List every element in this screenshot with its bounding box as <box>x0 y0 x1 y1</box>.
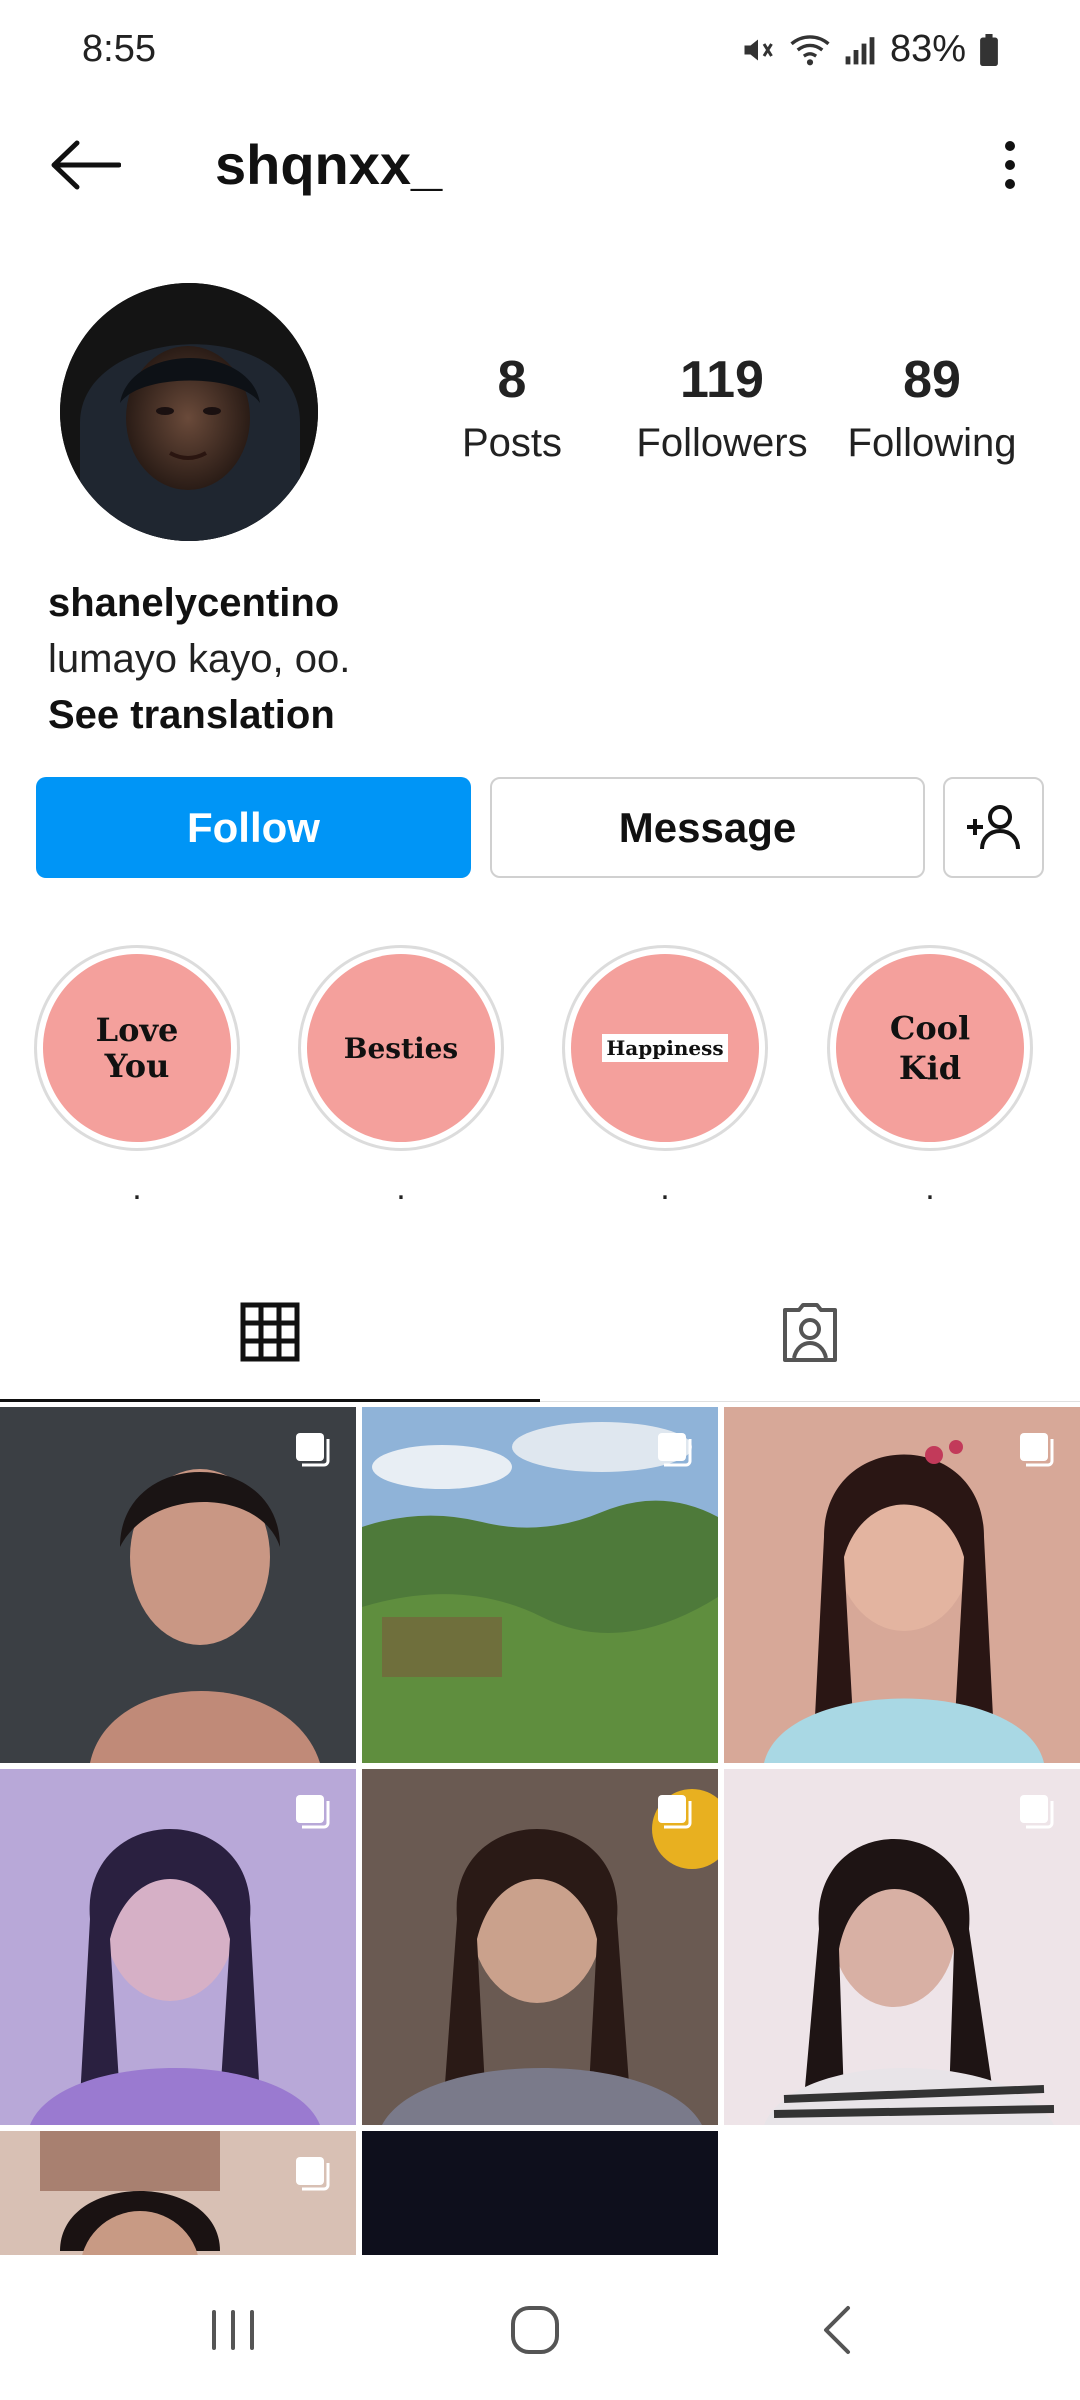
posts-grid <box>0 1407 1080 2255</box>
highlight-label: . <box>660 1169 670 1207</box>
highlight-label: . <box>925 1169 935 1207</box>
profile-username: shqnxx_ <box>215 133 443 196</box>
multiple-photos-icon <box>1020 1433 1054 1467</box>
highlight-ring: Love You <box>34 945 240 1151</box>
recent-apps-button[interactable] <box>173 2295 293 2365</box>
bio-text: lumayo kayo, oo. <box>48 637 351 681</box>
more-options-button[interactable] <box>980 130 1040 200</box>
post-thumbnail[interactable] <box>362 1769 718 2125</box>
following-stat[interactable]: 89 Following <box>832 351 1032 466</box>
highlight-love-you[interactable]: Love You . <box>34 945 240 1207</box>
highlight-art-line: Besties <box>343 1031 459 1065</box>
follow-button[interactable]: Follow <box>36 777 471 878</box>
highlight-art-line: Love <box>95 1011 179 1049</box>
profile-stats: 8 Posts 119 Followers 89 Following <box>412 351 1032 466</box>
home-button[interactable] <box>475 2295 595 2365</box>
highlight-art-line: Cool <box>889 1009 971 1047</box>
story-highlights: Love You . Besties . Happiness . Cool Ki… <box>0 945 1080 1207</box>
status-bar: 8:55 83% <box>0 0 1080 100</box>
grid-icon <box>240 1302 300 1362</box>
highlight-label: . <box>132 1169 142 1207</box>
highlight-happiness[interactable]: Happiness . <box>562 945 768 1207</box>
profile-header: shqnxx_ <box>0 110 1080 220</box>
highlight-cover: Love You <box>43 954 231 1142</box>
more-vertical-icon <box>1005 141 1015 189</box>
recent-apps-icon <box>212 2310 254 2350</box>
posts-stat[interactable]: 8 Posts <box>412 351 612 466</box>
battery-icon <box>980 33 998 66</box>
wifi-icon <box>790 32 830 68</box>
profile-tabs <box>0 1265 1080 1402</box>
see-translation-link[interactable]: See translation <box>48 687 1028 743</box>
system-nav-bar <box>0 2255 1080 2400</box>
multiple-photos-icon <box>296 1433 330 1467</box>
posts-label: Posts <box>461 421 563 466</box>
profile-bio: shanelycentino lumayo kayo, oo. See tran… <box>48 575 1028 743</box>
highlight-cover: Besties <box>307 954 495 1142</box>
profile-avatar[interactable] <box>60 283 318 541</box>
highlight-cover: Happiness <box>571 954 759 1142</box>
multiple-photos-icon <box>296 2157 330 2191</box>
message-button[interactable]: Message <box>490 777 925 878</box>
mute-icon <box>740 32 776 68</box>
arrow-left-icon <box>51 140 121 190</box>
post-thumbnail[interactable] <box>724 1769 1080 2125</box>
followers-label: Followers <box>636 421 808 466</box>
highlight-besties[interactable]: Besties . <box>298 945 504 1207</box>
battery-percent: 83% <box>889 28 966 70</box>
multiple-photos-icon <box>1020 1795 1054 1829</box>
back-nav-icon <box>824 2306 850 2354</box>
signal-icon <box>844 34 876 66</box>
post-thumbnail[interactable] <box>362 1407 718 1763</box>
highlight-cover: Cool Kid <box>836 954 1024 1142</box>
multiple-photos-icon <box>658 1433 692 1467</box>
tab-posts-grid[interactable] <box>0 1265 540 1402</box>
followers-count: 119 <box>680 351 764 409</box>
post-thumbnail[interactable] <box>0 1407 356 1763</box>
tab-tagged[interactable] <box>540 1265 1080 1402</box>
post-thumbnail[interactable] <box>362 2131 718 2255</box>
highlight-ring: Cool Kid <box>827 945 1033 1151</box>
highlight-cool-kid[interactable]: Cool Kid . <box>827 945 1033 1207</box>
highlight-art-line: Kid <box>898 1049 962 1087</box>
following-count: 89 <box>903 351 961 409</box>
following-label: Following <box>847 421 1017 466</box>
post-thumbnail[interactable] <box>0 1769 356 2125</box>
profile-name: shanelycentino <box>48 581 340 625</box>
status-time: 8:55 <box>82 28 156 70</box>
add-user-icon <box>966 804 1020 849</box>
highlight-label: . <box>396 1169 406 1207</box>
back-button[interactable] <box>40 130 130 200</box>
back-nav-button[interactable] <box>777 2295 897 2365</box>
post-thumbnail[interactable] <box>0 2131 356 2255</box>
multiple-photos-icon <box>658 1795 692 1829</box>
suggested-users-button[interactable] <box>943 777 1044 878</box>
highlight-art-line: You <box>104 1047 170 1085</box>
status-icons: 83% <box>740 28 998 71</box>
multiple-photos-icon <box>296 1795 330 1829</box>
followers-stat[interactable]: 119 Followers <box>622 351 822 466</box>
home-icon <box>511 2306 559 2354</box>
posts-count: 8 <box>497 351 527 409</box>
post-thumbnail[interactable] <box>724 1407 1080 1763</box>
tagged-person-icon <box>783 1303 837 1362</box>
highlight-ring: Happiness <box>562 945 768 1151</box>
profile-actions: Follow Message <box>36 777 1044 878</box>
highlight-ring: Besties <box>298 945 504 1151</box>
highlight-art-line: Happiness <box>602 1034 728 1062</box>
